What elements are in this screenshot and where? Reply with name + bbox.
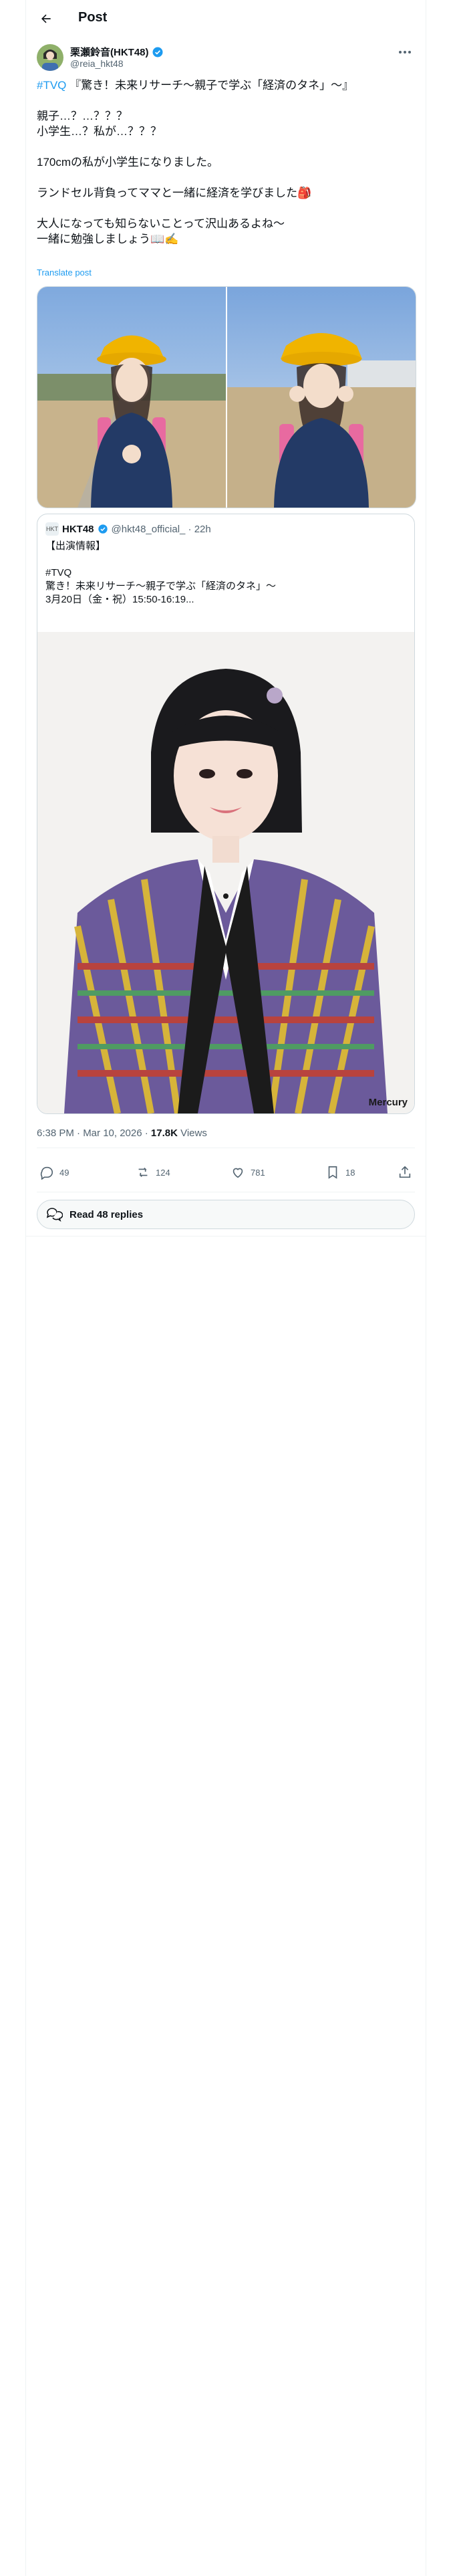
more-horizontal-icon	[399, 51, 411, 53]
main-column: Post 栗瀬鈴音(HKT48) @reia_hkt48 #TVQ 『驚き！未来…	[25, 0, 426, 2576]
quoted-post-text: 【出演情報】 #TVQ 驚き！未来リサーチ〜親子で学ぶ「経済のタネ」〜 3月20…	[45, 540, 277, 605]
verified-badge-icon	[152, 47, 163, 57]
watermark: Mercury	[368, 1097, 408, 1108]
post-author: 栗瀬鈴音(HKT48) @reia_hkt48	[37, 43, 415, 72]
back-button[interactable]	[35, 8, 57, 29]
post-photo-1[interactable]	[37, 287, 226, 508]
arrow-left-icon	[41, 14, 51, 23]
divider	[26, 1236, 426, 1237]
quoted-handle-time: @hkt48_official_ · 22h	[111, 523, 211, 535]
repost-button[interactable]: 124	[136, 1165, 170, 1180]
bookmark-icon	[328, 1166, 337, 1179]
share-icon	[399, 1166, 411, 1178]
translate-post-link[interactable]: Translate post	[37, 267, 92, 278]
post-media	[37, 286, 416, 508]
more-options-button[interactable]	[396, 45, 414, 59]
quoted-post[interactable]: HKT HKT48 @hkt48_official_ · 22h 【出演情報】 …	[37, 514, 415, 1114]
like-button[interactable]: 781	[231, 1165, 265, 1180]
post-timestamp-views: 6:38 PM · Mar 10, 2026 · 17.8K Views	[37, 1128, 207, 1139]
reply-icon	[40, 1166, 53, 1180]
author-handle[interactable]: @reia_hkt48	[70, 58, 124, 69]
avatar[interactable]	[37, 44, 63, 71]
page-title: Post	[78, 10, 108, 25]
post-text: #TVQ 『驚き！未来リサーチ〜親子で学ぶ「経済のタネ」〜』 親子…？…？？？ …	[37, 79, 354, 245]
heart-icon	[233, 1168, 243, 1178]
hashtag-link[interactable]: #TVQ	[37, 79, 66, 92]
author-name[interactable]: 栗瀬鈴音(HKT48)	[70, 45, 164, 59]
repost-icon	[138, 1167, 148, 1178]
quoted-post-header: HKT HKT48 @hkt48_official_ · 22h	[45, 522, 211, 536]
quoted-author-name: HKT48	[62, 523, 94, 535]
post-actions: 49 124 781 18	[37, 1156, 415, 1190]
quoted-post-photo[interactable]: Mercury	[37, 632, 414, 1113]
bookmark-button[interactable]: 18	[325, 1165, 355, 1180]
share-button[interactable]	[398, 1165, 412, 1180]
read-replies-label: Read 48 replies	[69, 1208, 144, 1220]
read-replies-button[interactable]: Read 48 replies	[37, 1200, 415, 1229]
chat-bubbles-icon	[46, 1208, 63, 1222]
reply-button[interactable]: 49	[39, 1165, 69, 1180]
verified-badge-icon	[98, 524, 108, 534]
top-bar: Post	[26, 0, 426, 37]
quoted-avatar: HKT	[45, 522, 59, 536]
post-photo-2[interactable]	[227, 287, 416, 508]
